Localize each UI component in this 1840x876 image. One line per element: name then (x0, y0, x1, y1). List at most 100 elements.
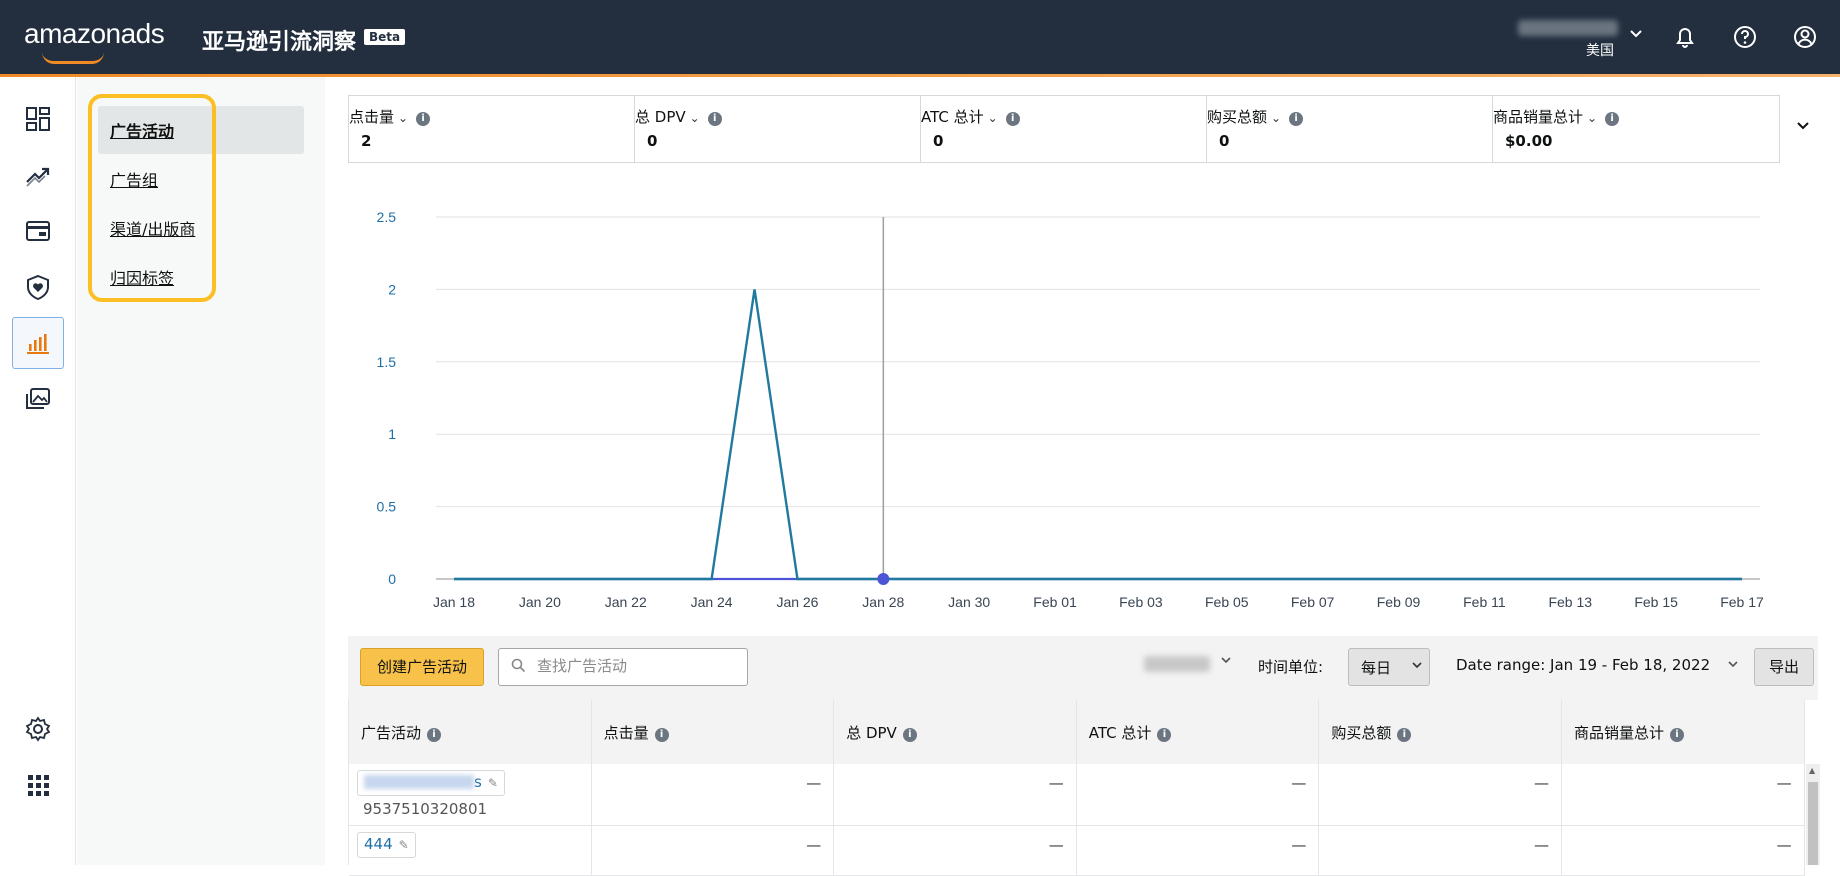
app-title: 亚马逊引流洞察 (202, 30, 357, 55)
column-header-sales[interactable]: 商品销量总计 i (1562, 700, 1805, 764)
account-selector[interactable]: 美国 (1514, 18, 1642, 59)
atc-cell: — (1077, 826, 1320, 875)
x-tick-label: Feb 09 (1377, 594, 1421, 610)
chevron-down-icon (1727, 659, 1739, 673)
columns-selector-redacted[interactable] (1144, 656, 1210, 672)
settings-icon[interactable] (12, 703, 64, 755)
search-icon (511, 658, 526, 677)
time-unit-value: 每日 (1361, 659, 1392, 677)
help-icon[interactable] (1728, 20, 1762, 54)
scrollbar-thumb[interactable] (1808, 782, 1818, 865)
expand-metrics-chevron-icon[interactable] (1796, 118, 1810, 137)
campaign-table: 广告活动 i 点击量 i 总 DPV i ATC 总计 i 购买总额 i 商品销量总计 i … (348, 700, 1818, 876)
column-header-campaign[interactable]: 广告活动 i (349, 700, 592, 764)
table-header: 广告活动 i 点击量 i 总 DPV i ATC 总计 i 购买总额 i 商品销量总计 i (349, 700, 1805, 764)
chevron-down-icon[interactable]: ⌄ (398, 111, 408, 125)
metric-atc[interactable]: ATC 总计 ⌄ i 0 (921, 96, 1207, 162)
amazon-ads-logo[interactable]: amazonads (24, 18, 165, 64)
search-input[interactable] (537, 657, 737, 675)
metric-value: $0.00 (1505, 132, 1553, 150)
time-unit-select[interactable]: 每日 (1348, 648, 1430, 686)
info-icon[interactable]: i (1397, 728, 1412, 742)
region-label: 美国 (1586, 43, 1614, 59)
metric-purchases[interactable]: 购买总额 ⌄ i 0 (1207, 96, 1493, 162)
campaign-cell: s ✎ 9537510320801 (349, 764, 592, 825)
chevron-down-icon[interactable]: ⌄ (1271, 111, 1281, 125)
metric-clicks[interactable]: 点击量 ⌄ i 2 (349, 96, 635, 162)
x-tick-label: Feb 07 (1291, 594, 1335, 610)
x-tick-label: Feb 15 (1634, 594, 1678, 610)
date-range-picker[interactable]: Date range: Jan 19 - Feb 18, 2022 (1456, 656, 1739, 674)
x-tick-label: Feb 05 (1205, 594, 1249, 610)
campaign-search[interactable] (498, 648, 748, 686)
bell-icon[interactable] (1668, 20, 1702, 54)
chevron-down-icon[interactable]: ⌄ (988, 111, 998, 125)
bar-chart-icon[interactable] (12, 317, 64, 369)
media-icon[interactable] (12, 373, 64, 425)
scroll-up-arrow-icon[interactable]: ▲ (1809, 766, 1815, 775)
info-icon[interactable]: i (416, 112, 431, 126)
sales-cell: — (1562, 764, 1805, 825)
edit-pencil-icon[interactable]: ✎ (399, 838, 409, 852)
dpv-cell: — (834, 764, 1077, 825)
y-tick-label: 2.5 (377, 209, 397, 225)
create-campaign-button[interactable]: 创建广告活动 (360, 648, 484, 686)
info-icon[interactable]: i (1669, 728, 1684, 742)
chevron-down-icon[interactable] (1220, 654, 1232, 670)
hover-point (877, 573, 890, 585)
metric-label: 商品销量总计 (1493, 108, 1584, 126)
x-tick-label: Jan 26 (776, 594, 818, 610)
account-icon[interactable] (1788, 20, 1822, 54)
chevron-down-icon (1628, 26, 1644, 47)
x-tick-label: Feb 13 (1548, 594, 1592, 610)
column-header-clicks[interactable]: 点击量 i (592, 700, 835, 764)
x-tick-label: Feb 03 (1119, 594, 1163, 610)
table-row: 444 ✎ — — — — — (349, 826, 1805, 876)
metric-sales[interactable]: 商品销量总计 ⌄ i $0.00 (1493, 96, 1779, 162)
export-button[interactable]: 导出 (1754, 648, 1814, 686)
wallet-icon[interactable] (12, 205, 64, 257)
column-header-atc[interactable]: ATC 总计 i (1077, 700, 1320, 764)
campaign-name-redacted (364, 775, 474, 789)
clicks-cell: — (592, 826, 835, 875)
info-icon[interactable]: i (1157, 728, 1172, 742)
top-bar: amazonads 亚马逊引流洞察 Beta 美国 (0, 0, 1840, 77)
edit-pencil-icon[interactable]: ✎ (488, 776, 498, 790)
metric-dpv[interactable]: 总 DPV ⌄ i 0 (635, 96, 921, 162)
chevron-down-icon[interactable]: ⌄ (690, 111, 700, 125)
apps-grid-icon[interactable] (12, 759, 64, 811)
dashboard-icon[interactable] (12, 93, 64, 145)
purchases-cell: — (1319, 826, 1562, 875)
logo-smile (42, 52, 104, 64)
campaign-name-link[interactable]: s ✎ (357, 770, 505, 796)
shield-heart-icon[interactable] (12, 261, 64, 313)
atc-cell: — (1077, 764, 1320, 825)
x-tick-label: Feb 01 (1033, 594, 1077, 610)
table-scrollbar[interactable]: ▲ (1806, 764, 1820, 865)
time-unit-label: 时间单位: (1258, 658, 1324, 676)
performance-chart[interactable]: 2.5 2 1.5 1 0.5 0 Jan 18 Jan 20 Jan 22 Jan 24 Jan … (348, 190, 1780, 620)
campaign-name-link[interactable]: 444 ✎ (357, 832, 416, 858)
info-icon[interactable]: i (707, 112, 722, 126)
x-tick-label: Jan 28 (862, 594, 904, 610)
info-icon[interactable]: i (902, 728, 917, 742)
info-icon[interactable]: i (1605, 112, 1620, 126)
info-icon[interactable]: i (1289, 112, 1304, 126)
chevron-down-icon[interactable]: ⌄ (1587, 111, 1597, 125)
y-tick-label: 2 (388, 281, 396, 297)
x-tick-label: Feb 17 (1720, 594, 1764, 610)
info-icon[interactable]: i (427, 728, 442, 742)
campaign-cell: 444 ✎ (349, 826, 592, 875)
info-icon[interactable]: i (654, 728, 669, 742)
trend-icon[interactable] (12, 149, 64, 201)
column-header-purchases[interactable]: 购买总额 i (1319, 700, 1562, 764)
x-tick-label: Feb 11 (1463, 594, 1506, 610)
beta-badge: Beta (364, 29, 406, 45)
info-icon[interactable]: i (1005, 112, 1020, 126)
metric-label: 购买总额 (1207, 108, 1268, 126)
metric-label: 总 DPV (635, 108, 686, 126)
left-rail (0, 77, 76, 865)
metrics-bar: 点击量 ⌄ i 2 总 DPV ⌄ i 0 ATC 总计 ⌄ i 0 购买总额 ⌄ i 0 商品… (348, 95, 1780, 163)
line-chart: 2.5 2 1.5 1 0.5 0 Jan 18 Jan 20 Jan 22 Jan 24 Jan … (377, 209, 1764, 610)
column-header-dpv[interactable]: 总 DPV i (834, 700, 1077, 764)
